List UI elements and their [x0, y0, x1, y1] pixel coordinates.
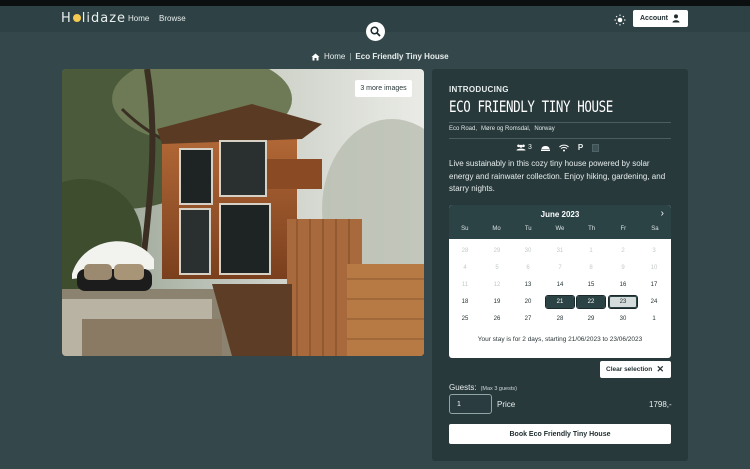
weekday-label: Fr	[620, 226, 627, 232]
max-guests-amenity: 3	[516, 144, 532, 151]
calendar-header: June 2023 › Su Mo Tu We Th Fr Sa	[449, 205, 671, 239]
divider	[449, 122, 671, 123]
amenities-row: 3 P	[516, 143, 600, 152]
calendar-day: 2	[621, 248, 625, 254]
weekday-row: Su Mo Tu We Th Fr Sa	[449, 226, 671, 232]
calendar-day[interactable]: 25	[451, 313, 479, 325]
calendar-day: 4	[463, 265, 467, 271]
listing-description: Live sustainably in this cozy tiny house…	[449, 159, 666, 193]
listing-photo[interactable]	[62, 69, 424, 356]
user-icon	[672, 14, 680, 23]
breakfast-icon	[540, 145, 550, 151]
calendar-day[interactable]: 19	[483, 296, 511, 308]
listing-address: Eco Road, Møre og Romsdal, Norway	[449, 126, 555, 132]
availability-calendar: June 2023 › Su Mo Tu We Th Fr Sa 28 29 3…	[449, 205, 671, 358]
book-button[interactable]: Book Eco Friendly Tiny House	[449, 424, 671, 444]
logo-text-start: H	[61, 11, 72, 26]
more-images-button[interactable]: 3 more images	[355, 80, 412, 97]
listing-title: ECO FRIENDLY TINY HOUSE	[449, 97, 613, 116]
account-label: Account	[640, 15, 668, 22]
calendar-day[interactable]: 1	[640, 313, 668, 325]
clear-selection-label: Clear selection	[606, 366, 653, 373]
calendar-day: 11	[461, 282, 469, 288]
calendar-day: 8	[589, 265, 593, 271]
nav-browse-link[interactable]: Browse	[159, 14, 186, 23]
theme-toggle-icon[interactable]	[614, 13, 626, 26]
logo-text-end: lidaze	[81, 11, 127, 26]
calendar-month: June 2023	[540, 210, 580, 219]
weekday-label: Th	[588, 226, 596, 232]
guests-hint: (Max 3 guests)	[480, 386, 517, 392]
calendar-day[interactable]: 13	[514, 279, 542, 291]
calendar-day[interactable]: 14	[546, 279, 574, 291]
wifi-icon	[559, 144, 569, 151]
calendar-day[interactable]: 24	[640, 296, 668, 308]
calendar-day[interactable]: 27	[514, 313, 542, 325]
next-month-chevron-icon[interactable]: ›	[661, 208, 664, 219]
calendar-day: 9	[621, 265, 625, 271]
guests-label: Guests: (Max 3 guests)	[449, 383, 517, 392]
calendar-day: 6	[526, 265, 530, 271]
calendar-day[interactable]: 28	[546, 313, 574, 325]
home-icon	[311, 53, 320, 60]
people-icon	[516, 144, 526, 151]
logo-sun-icon	[72, 14, 81, 22]
pets-icon	[592, 143, 600, 152]
address-country: Norway	[534, 126, 555, 132]
calendar-day: 5	[495, 265, 499, 271]
calendar-day[interactable]: 17	[640, 279, 668, 291]
guests-label-text: Guests:	[449, 383, 477, 392]
search-button[interactable]	[366, 22, 385, 41]
calendar-day: 29	[493, 248, 501, 254]
weekday-label: Sa	[651, 226, 659, 232]
divider	[449, 138, 671, 139]
weekday-label: Mo	[492, 226, 501, 232]
parking-icon: P	[577, 143, 584, 152]
calendar-day: 31	[556, 248, 564, 254]
calendar-day-selected-start[interactable]: 21	[545, 295, 575, 309]
close-icon: ✕	[656, 364, 664, 374]
calendar-day[interactable]: 26	[483, 313, 511, 325]
price-value: 1798,-	[649, 400, 672, 409]
breadcrumb-current: Eco Friendly Tiny House	[355, 52, 449, 61]
guests-input[interactable]	[449, 394, 492, 414]
calendar-day[interactable]: 29	[577, 313, 605, 325]
price-label: Price	[497, 400, 516, 409]
calendar-day[interactable]: 18	[451, 296, 479, 308]
account-button[interactable]: Account	[633, 10, 688, 27]
address-region: Møre og Romsdal,	[481, 126, 531, 132]
calendar-day-selected[interactable]: 22	[576, 295, 606, 309]
logo[interactable]: Hlidaze	[61, 11, 126, 26]
nav-home-link[interactable]: Home	[128, 14, 149, 23]
calendar-day[interactable]: 16	[609, 279, 637, 291]
breadcrumb: Home | Eco Friendly Tiny House	[311, 52, 449, 61]
weekday-label: Tu	[524, 226, 532, 232]
calendar-day: 30	[524, 248, 532, 254]
stay-summary: Your stay is for 2 days, starting 21/06/…	[477, 336, 643, 343]
search-icon	[370, 26, 381, 37]
clear-selection-button[interactable]: Clear selection ✕	[600, 361, 671, 378]
calendar-day: 12	[493, 282, 501, 288]
calendar-day: 7	[558, 265, 562, 271]
calendar-day: 1	[589, 248, 593, 254]
max-guests-value: 3	[528, 144, 532, 151]
calendar-day: 28	[461, 248, 469, 254]
calendar-day: 3	[652, 248, 656, 254]
calendar-day[interactable]: 20	[514, 296, 542, 308]
calendar-day-selected-end[interactable]: 23	[608, 295, 638, 309]
breadcrumb-home-link[interactable]: Home	[324, 52, 345, 61]
breadcrumb-separator: |	[349, 52, 352, 61]
introducing-label: INTRODUCING	[449, 85, 509, 94]
calendar-day[interactable]: 15	[577, 279, 605, 291]
calendar-day: 10	[650, 265, 658, 271]
weekday-label: Su	[461, 226, 469, 232]
address-street: Eco Road,	[449, 126, 478, 132]
calendar-day[interactable]: 30	[609, 313, 637, 325]
weekday-label: We	[555, 226, 565, 232]
